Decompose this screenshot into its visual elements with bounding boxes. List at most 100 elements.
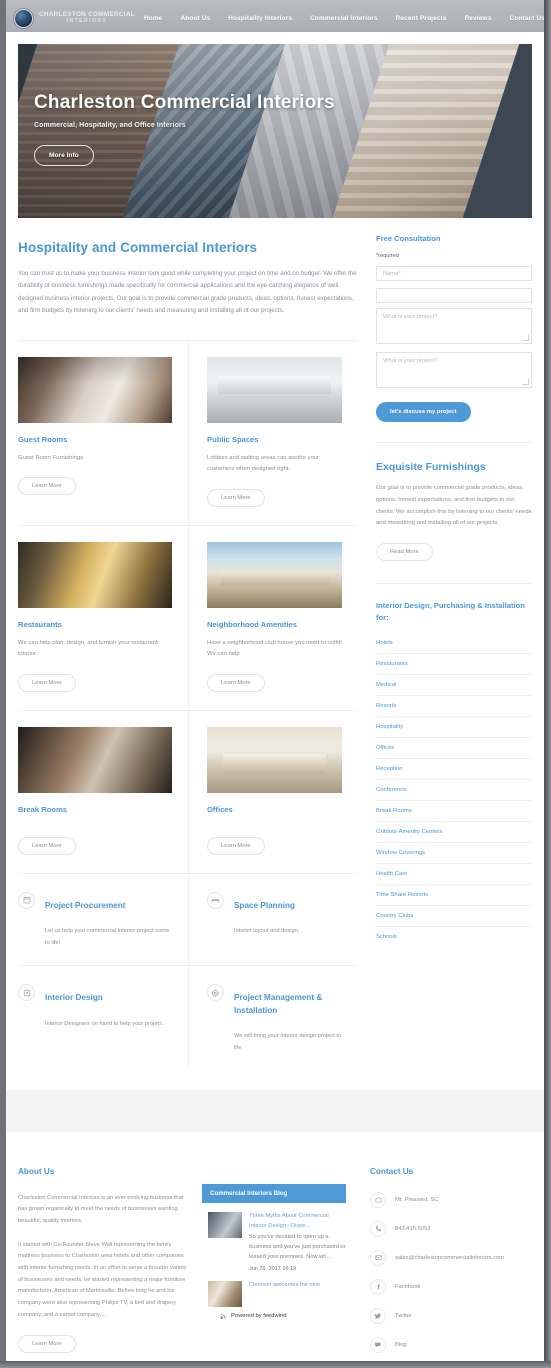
blog-thumbnail xyxy=(208,1280,242,1307)
pencil-square-icon xyxy=(18,984,35,1002)
sidebar-divider xyxy=(376,442,532,443)
feature-body: Space Planning Interior layout and desig… xyxy=(234,890,299,950)
submit-consultation-button[interactable]: let's discuss my project xyxy=(376,402,471,422)
card-title: Break Rooms xyxy=(18,804,67,814)
nav-item-reviews[interactable]: Reviews xyxy=(456,15,501,22)
card-title: Public Spaces xyxy=(207,434,259,444)
feedwind-icon xyxy=(220,1313,227,1320)
service-item-outdoor-amenity-centers[interactable]: Outdoor Amenity Centers xyxy=(376,822,532,843)
card-image xyxy=(18,356,172,423)
nav-item-about-us[interactable]: About Us xyxy=(171,15,219,22)
brand-line-2: INTERIORS xyxy=(66,17,108,24)
consultation-form: Name* What is your project? What is your… xyxy=(376,266,532,392)
learn-more-button[interactable]: Learn More xyxy=(207,836,265,855)
card-offices: Offices Learn More xyxy=(188,710,358,874)
blog-post-body: Clemson welcomes the new xyxy=(249,1281,320,1307)
feature-title: Project Management & Installation xyxy=(234,993,323,1015)
card-text xyxy=(18,823,172,824)
about-learn-more-button[interactable]: Learn More xyxy=(18,1334,76,1353)
site-logo[interactable]: CHARLESTON COMMERCIAL INTERIORS xyxy=(6,8,135,28)
contact-heading: Contact Us xyxy=(370,1167,414,1177)
sidebar: Free Consultation *required Name* What i… xyxy=(358,218,532,1070)
card-title: Restaurants xyxy=(18,619,62,629)
service-item-country-clubs[interactable]: Country Clubs xyxy=(376,906,532,927)
about-paragraph-2: It started with Co-Founder Steve Wall re… xyxy=(18,1241,187,1318)
card-neighborhood-amenities: Neighborhood Amenities Have a neighborho… xyxy=(188,525,358,711)
bed-icon xyxy=(207,891,224,909)
read-more-button[interactable]: Read More xyxy=(376,543,433,562)
feature-text: Interior Designers on hand to help your … xyxy=(45,1020,164,1027)
contact-blog[interactable]: Blog xyxy=(395,1342,407,1348)
main-column: Hospitality and Commercial Interiors You… xyxy=(18,218,358,1071)
contact-row-blog[interactable]: Blog xyxy=(370,1336,516,1353)
service-item-hotels[interactable]: Hotels xyxy=(376,633,532,654)
service-item-health-care[interactable]: Health Care xyxy=(376,864,532,885)
contact-row-facebook[interactable]: Facebook xyxy=(370,1278,516,1295)
blog-thumbnail xyxy=(208,1212,242,1239)
contact-email[interactable]: sales@charlestoncommercialinteriors.com xyxy=(395,1255,504,1261)
service-item-restaurants[interactable]: Restaurants xyxy=(376,654,532,675)
feature-title: Interior Design xyxy=(45,993,103,1003)
contact-phone[interactable]: 843.415.5053 xyxy=(395,1226,430,1232)
service-item-offices[interactable]: Offices xyxy=(376,738,532,759)
contact-row-twitter[interactable]: Twitter xyxy=(370,1307,516,1324)
feature-project-procurement: Project Procurement Let us help your com… xyxy=(18,874,188,967)
service-item-time-share-resorts[interactable]: Time Share Resorts xyxy=(376,885,532,906)
service-item-resorts[interactable]: Resorts xyxy=(376,696,532,717)
more-info-button[interactable]: More Info xyxy=(34,145,94,166)
contact-row-email[interactable]: sales@charlestoncommercialinteriors.com xyxy=(370,1249,516,1266)
learn-more-button[interactable]: Learn More xyxy=(207,488,265,507)
service-item-reception[interactable]: Reception xyxy=(376,759,532,780)
contact-facebook[interactable]: Facebook xyxy=(395,1284,420,1290)
service-item-schools[interactable]: Schools xyxy=(376,927,532,947)
feature-project-management: Project Management & Installation We wil… xyxy=(188,966,358,1071)
nav-item-home[interactable]: Home xyxy=(135,15,171,22)
project-textarea-1[interactable]: What is your project? xyxy=(376,308,532,344)
feature-body: Project Management & Installation We wil… xyxy=(234,982,344,1054)
calendar-icon xyxy=(18,891,35,909)
contact-twitter[interactable]: Twitter xyxy=(395,1313,412,1319)
blog-post-1[interactable]: Three Myths About Commercial Interior De… xyxy=(202,1203,346,1272)
service-item-break-rooms[interactable]: Break Rooms xyxy=(376,801,532,822)
contact-row-phone[interactable]: 843.415.5053 xyxy=(370,1220,516,1237)
services-list: Hotels Restaurants Medical Resorts Hospi… xyxy=(376,633,532,947)
service-item-medical[interactable]: Medical xyxy=(376,675,532,696)
about-paragraph-1: Charleston Commercial Interiors is an ev… xyxy=(18,1194,184,1224)
site-header: CHARLESTON COMMERCIAL INTERIORS Home Abo… xyxy=(6,4,544,32)
card-image xyxy=(18,541,172,608)
learn-more-button[interactable]: Learn More xyxy=(18,477,76,496)
feature-text: Interior layout and design. xyxy=(234,927,300,934)
powered-by-label: Powered by feedwind xyxy=(231,1313,287,1320)
secondary-input[interactable] xyxy=(376,288,532,303)
blog-post-2[interactable]: Clemson welcomes the new xyxy=(202,1272,346,1307)
card-text xyxy=(207,823,342,824)
blog-post-excerpt: So you've decided to open up a business … xyxy=(249,1233,346,1260)
project-textarea-2[interactable]: What is your project? xyxy=(376,352,532,388)
facebook-icon xyxy=(370,1278,386,1295)
learn-more-button[interactable]: Learn More xyxy=(18,673,76,692)
page-root: CHARLESTON COMMERCIAL INTERIORS Home Abo… xyxy=(0,0,551,1368)
card-title: Neighborhood Amenities xyxy=(207,619,298,629)
name-input[interactable]: Name* xyxy=(376,266,532,281)
service-item-conference[interactable]: Conference xyxy=(376,780,532,801)
card-guest-rooms: Guest Rooms Guest Room Furnishings. Lear… xyxy=(18,341,188,526)
blog-powered-by[interactable]: Powered by feedwind xyxy=(202,1307,346,1320)
service-item-window-coverings[interactable]: Window Coverings xyxy=(376,843,532,864)
logo-badge-icon xyxy=(14,8,33,28)
service-item-hospitality[interactable]: Hospitality xyxy=(376,717,532,738)
feature-space-planning: Space Planning Interior layout and desig… xyxy=(188,873,358,967)
learn-more-button[interactable]: Learn More xyxy=(18,836,76,855)
learn-more-button[interactable]: Learn More xyxy=(207,673,265,692)
nav-item-contact-us[interactable]: Contact Us xyxy=(500,15,544,22)
nav-item-hospitality-interiors[interactable]: Hospitality Interiors xyxy=(219,15,301,22)
blog-post-title[interactable]: Three Myths About Commercial Interior De… xyxy=(249,1212,346,1231)
content-columns: Hospitality and Commercial Interiors You… xyxy=(6,218,544,1071)
page-title: Hospitality and Commercial Interiors xyxy=(18,240,258,255)
blog-post-title[interactable]: Clemson welcomes the new xyxy=(249,1281,320,1291)
feature-body: Interior Design Interior Designers on ha… xyxy=(45,982,164,1054)
nav-item-recent-projects[interactable]: Recent Projects xyxy=(387,15,456,22)
nav-item-commercial-interiors[interactable]: Commercial Interiors xyxy=(301,15,387,22)
furnishings-widget: Exquisite Furnishings Our goal is to pro… xyxy=(376,461,532,562)
contact-row-location: Mt. Pleasant, SC xyxy=(370,1191,516,1208)
about-heading: About Us xyxy=(18,1167,55,1177)
